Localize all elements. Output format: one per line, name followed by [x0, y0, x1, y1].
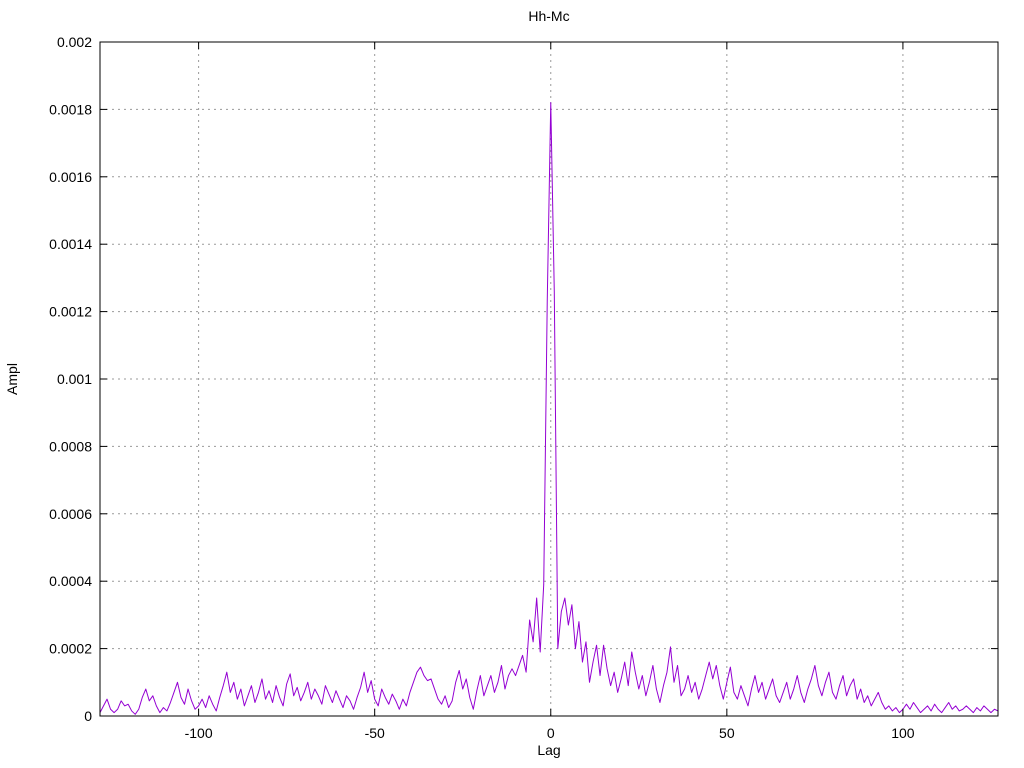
x-tick-label: 50: [719, 725, 735, 741]
y-tick-label: 0: [84, 708, 92, 724]
y-tick-label: 0.0004: [49, 573, 92, 589]
plot-area: 0 0.0002 0.0004 0.0006 0.0008 0.001 0.0012 0.00…: [49, 34, 999, 741]
y-tick-label: 0.0018: [49, 101, 92, 117]
y-tick-label: 0.0012: [49, 304, 92, 320]
y-tick-label: 0.0016: [49, 169, 92, 185]
x-axis-label: Lag: [537, 742, 561, 758]
data-line: [99, 102, 999, 715]
x-tick-label: -50: [365, 725, 385, 741]
chart-figure: Hh-Mc Ampl 0 0.0002 0.0004 0.0006 0.0008 0.00…: [0, 0, 1024, 768]
y-tick-label: 0.0008: [49, 438, 92, 454]
y-tick-label: 0.001: [57, 371, 92, 387]
y-tick-label: 0.0014: [49, 236, 92, 252]
y-tick-label: 0.002: [57, 34, 92, 50]
x-tick-label: 100: [891, 725, 915, 741]
x-tick-label: -100: [185, 725, 213, 741]
y-tick-label: 0.0002: [49, 641, 92, 657]
y-tick-label: 0.0006: [49, 506, 92, 522]
x-tick-label: 0: [547, 725, 555, 741]
